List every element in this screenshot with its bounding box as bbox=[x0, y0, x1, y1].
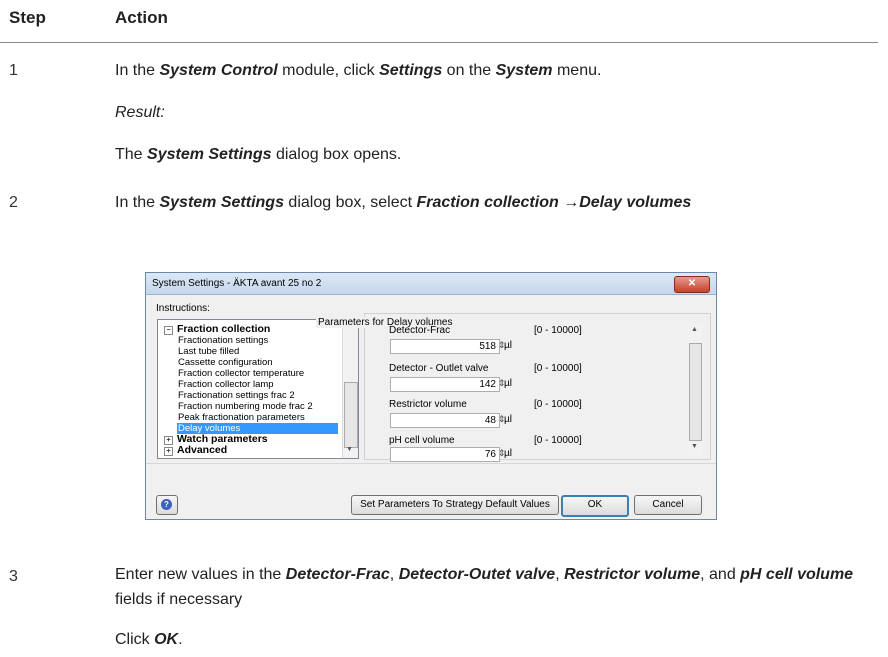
tree-item[interactable]: Last tube filled bbox=[178, 346, 239, 357]
scroll-down-icon[interactable]: ▼ bbox=[691, 443, 698, 450]
table-header: Step Action bbox=[0, 0, 888, 43]
param-label-detector-outlet-valve: Detector - Outlet valve bbox=[389, 363, 489, 374]
tree-item[interactable]: Peak fractionation parameters bbox=[178, 412, 305, 423]
tree-item[interactable]: Fraction numbering mode frac 2 bbox=[178, 401, 313, 412]
scroll-up-icon[interactable]: ▲ bbox=[691, 326, 698, 333]
param-unit: µl bbox=[504, 378, 512, 389]
set-default-values-button[interactable]: Set Parameters To Strategy Default Value… bbox=[351, 495, 559, 515]
header-step: Step bbox=[9, 8, 46, 27]
detector-frac-field[interactable]: 518 bbox=[390, 339, 500, 354]
tree-scrollbar[interactable]: ▲ ▼ bbox=[342, 320, 358, 458]
param-range: [0 - 10000] bbox=[534, 399, 582, 410]
header-divider bbox=[0, 42, 878, 43]
help-icon: ? bbox=[161, 499, 172, 510]
param-range: [0 - 10000] bbox=[534, 435, 582, 446]
header-action: Action bbox=[115, 8, 168, 27]
help-button[interactable]: ? bbox=[156, 495, 178, 515]
parameters-scrollbar[interactable]: ▲ ▼ bbox=[688, 323, 702, 455]
param-unit: µl bbox=[504, 448, 512, 459]
parameters-scrollbar-thumb[interactable] bbox=[689, 343, 702, 441]
param-unit: µl bbox=[504, 340, 512, 351]
step-1-result-label: Result: bbox=[115, 104, 165, 121]
detector-outlet-valve-field[interactable]: 142 bbox=[390, 377, 500, 392]
dialog-title: System Settings - ÄKTA avant 25 no 2 bbox=[152, 278, 322, 289]
step-1-result: The System Settings dialog box opens. bbox=[115, 146, 402, 163]
step-2-number: 2 bbox=[9, 194, 18, 211]
ok-button[interactable]: OK bbox=[561, 495, 629, 517]
param-unit: µl bbox=[504, 414, 512, 425]
tree-item-advanced[interactable]: + Advanced bbox=[164, 445, 227, 456]
tree-item[interactable]: Fractionation settings bbox=[178, 335, 268, 346]
step-3-number: 3 bbox=[9, 568, 18, 585]
expand-icon[interactable]: + bbox=[164, 436, 173, 445]
tree-item[interactable]: Fractionation settings frac 2 bbox=[178, 390, 295, 401]
tree-item[interactable]: Fraction collector temperature bbox=[178, 368, 304, 379]
cancel-button[interactable]: Cancel bbox=[634, 495, 702, 515]
param-label-restrictor-volume: Restrictor volume bbox=[389, 399, 467, 410]
tree-item-fraction-collection[interactable]: − Fraction collection bbox=[164, 324, 270, 335]
tree-item[interactable]: Fraction collector lamp bbox=[178, 379, 274, 390]
tree-scrollbar-thumb[interactable] bbox=[344, 382, 358, 448]
dialog-titlebar: System Settings - ÄKTA avant 25 no 2 ✕ bbox=[146, 273, 716, 295]
ph-cell-volume-field[interactable]: 76 bbox=[390, 447, 500, 462]
param-range: [0 - 10000] bbox=[534, 325, 582, 336]
close-icon[interactable]: ✕ bbox=[674, 276, 710, 293]
param-label-detector-frac: Detector-Frac bbox=[389, 325, 451, 336]
instructions-tree[interactable]: − Fraction collection Fractionation setti… bbox=[157, 319, 359, 459]
scroll-down-icon[interactable]: ▼ bbox=[346, 446, 353, 453]
step-1-instruction: In the System Control module, click Sett… bbox=[115, 62, 602, 79]
step-3-instruction: Enter new values in the Detector-Frac, D… bbox=[115, 566, 854, 608]
dialog-separator bbox=[146, 463, 716, 464]
param-range: [0 - 10000] bbox=[534, 363, 582, 374]
tree-item[interactable]: Cassette configuration bbox=[178, 357, 273, 368]
system-settings-dialog: System Settings - ÄKTA avant 25 no 2 ✕ I… bbox=[145, 272, 717, 520]
step-1-number: 1 bbox=[9, 62, 18, 79]
restrictor-volume-field[interactable]: 48 bbox=[390, 413, 500, 428]
param-label-ph-cell-volume: pH cell volume bbox=[389, 435, 455, 446]
collapse-icon[interactable]: − bbox=[164, 326, 173, 335]
expand-icon[interactable]: + bbox=[164, 447, 173, 456]
instructions-label: Instructions: bbox=[156, 303, 210, 314]
step-2-instruction: In the System Settings dialog box, selec… bbox=[115, 194, 692, 211]
step-3-click-ok: Click OK. bbox=[115, 631, 183, 648]
